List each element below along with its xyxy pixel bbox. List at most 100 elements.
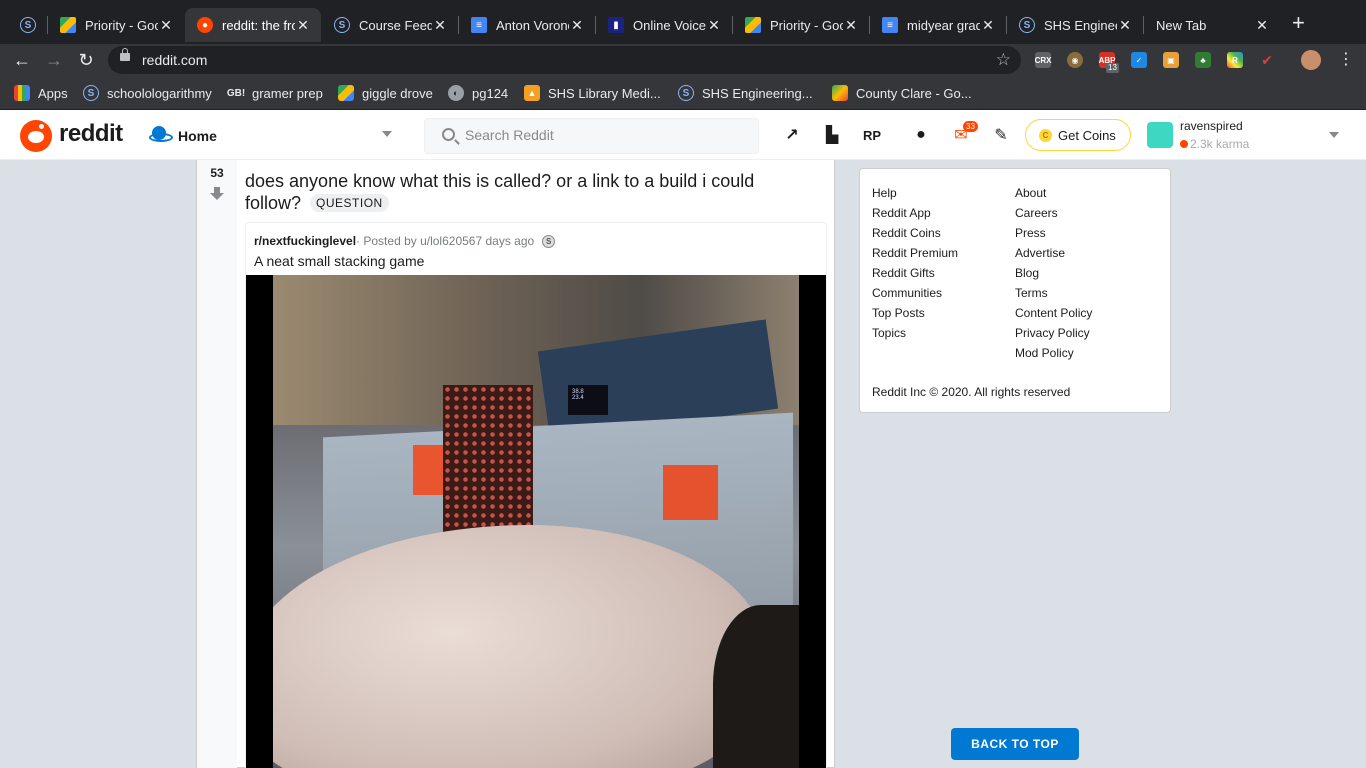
tab-priority-1[interactable]: Priority - Goo ✕ [48,8,184,42]
footer-link-topics[interactable]: Topics [872,323,958,343]
orange-clip-image [663,465,718,520]
orange-clip-image [413,445,443,495]
reddit-wordmark[interactable]: reddit [59,120,123,148]
crosspost-subreddit[interactable]: r/nextfuckinglevel [254,234,356,248]
close-tab-icon[interactable]: ✕ [1117,17,1133,34]
search-input[interactable] [465,127,745,143]
rpan-icon[interactable]: RP [861,124,883,146]
menu-kebab-icon[interactable]: ⋮ [1338,50,1354,70]
footer-link-terms[interactable]: Terms [1015,283,1092,303]
trending-icon[interactable]: ↗ [781,124,803,146]
bookmark-apps[interactable]: Apps [14,85,68,101]
karma-count: 2.3k karma [1180,137,1249,151]
tab-reddit[interactable]: ● reddit: the fro ✕ [185,8,321,42]
reddit-logo-icon[interactable] [20,120,52,152]
bookmark-shs-engineering[interactable]: S SHS Engineering... [678,85,813,101]
browser-toolbar: ← → ↻ reddit.com ☆ CRX ◉ ABP 13 ✓ ▣ ♣ R … [0,44,1366,76]
drive-icon [60,17,76,33]
crosspost-meta: r/nextfuckinglevel · Posted by u/lol6205… [254,234,556,248]
video-player[interactable]: 38.8 23.4 [246,275,826,768]
address-bar[interactable]: reddit.com ☆ [108,46,1021,74]
leaderboard-icon[interactable]: ▙ [821,124,843,146]
face-extension-icon[interactable]: ▣ [1163,52,1179,68]
bookmark-pg124[interactable]: ◐ pg124 [448,85,508,101]
home-icon[interactable] [149,126,173,144]
reload-icon[interactable]: ↻ [74,48,98,72]
bookmark-gramer-prep[interactable]: GB! gramer prep [227,85,323,101]
footer-link-advertise[interactable]: Advertise [1015,243,1092,263]
footer-link-blog[interactable]: Blog [1015,263,1092,283]
post-title[interactable]: does anyone know what this is called? or… [245,170,805,214]
s-icon: S [1019,17,1035,33]
vote-column: 53 [197,160,237,768]
color-extension-icon[interactable]: R [1227,52,1243,68]
back-to-top-button[interactable]: BACK TO TOP [951,728,1079,760]
footer-link-communities[interactable]: Communities [872,283,958,303]
feed-selector-label[interactable]: Home [178,128,217,144]
search-icon [442,128,455,141]
crosspost-author[interactable]: · Posted by u/lol62056 [356,234,475,248]
username[interactable]: ravenspired [1180,119,1243,133]
reddit-header: reddit Home ↗ ▙ RP ● ✉ 33 ✎ C Get Coins … [0,110,1366,160]
chat-icon[interactable]: ● [910,124,932,146]
footer-link-privacy-policy[interactable]: Privacy Policy [1015,323,1092,343]
tab-online-voice[interactable]: ▮ Online Voice ✕ [596,8,732,42]
bookmark-schoolology[interactable]: S schoolologarithmy [83,85,212,101]
new-tab-plus-icon[interactable]: + [1292,12,1305,34]
downvote-arrow-icon[interactable] [210,187,224,201]
url-text[interactable]: reddit.com [142,52,207,68]
crx-extension-icon[interactable]: CRX [1035,52,1051,68]
close-tab-icon[interactable]: ✕ [980,17,996,34]
close-tab-icon[interactable]: ✕ [843,17,859,34]
checkmark-extension-icon[interactable]: ✓ [1131,52,1147,68]
copyright-text: Reddit Inc © 2020. All rights reserved [872,385,1071,399]
forward-arrow-icon[interactable]: → [42,48,66,72]
close-tab-icon[interactable]: ✕ [1254,17,1270,34]
footer-link-mod-policy[interactable]: Mod Policy [1015,343,1092,363]
footer-link-reddit-app[interactable]: Reddit App [872,203,958,223]
owl-extension-icon[interactable]: ◉ [1067,52,1083,68]
user-menu-chevron-icon[interactable] [1329,132,1339,138]
bookmark-giggle-drove[interactable]: giggle drove [338,85,433,101]
chevron-down-icon[interactable] [382,131,392,137]
tab-new-tab[interactable]: New Tab ✕ [1144,8,1280,42]
tab-midyear-grades[interactable]: ≡ midyear grad ✕ [870,8,1006,42]
tab-course-feedback[interactable]: S Course Feedb ✕ [322,8,458,42]
tab-pinned-s[interactable]: S [8,8,46,42]
footer-link-careers[interactable]: Careers [1015,203,1092,223]
search-box[interactable] [424,118,759,154]
apps-grid-icon [14,85,30,101]
globe-icon: ◐ [448,85,464,101]
footer-link-help[interactable]: Help [872,183,958,203]
bookmark-star-icon[interactable]: ☆ [996,50,1011,70]
footer-link-about[interactable]: About [1015,183,1092,203]
profile-avatar[interactable] [1301,50,1321,70]
footer-link-reddit-coins[interactable]: Reddit Coins [872,223,958,243]
bookmark-shs-library[interactable]: ▲ SHS Library Medi... [524,85,661,101]
close-tab-icon[interactable]: ✕ [295,17,311,34]
hand-image [273,525,763,768]
drive-icon [338,85,354,101]
close-tab-icon[interactable]: ✕ [706,17,722,34]
crosspost-title[interactable]: A neat small stacking game [254,253,424,269]
silver-award-icon: S [542,234,556,248]
bookmark-county-clare[interactable]: County Clare - Go... [832,85,972,101]
leaf-extension-icon[interactable]: ♣ [1195,52,1211,68]
tab-priority-2[interactable]: Priority - Goo ✕ [733,8,869,42]
footer-link-reddit-gifts[interactable]: Reddit Gifts [872,263,958,283]
get-coins-button[interactable]: C Get Coins [1025,119,1131,151]
footer-link-press[interactable]: Press [1015,223,1092,243]
footer-link-content-policy[interactable]: Content Policy [1015,303,1092,323]
tick-extension-icon[interactable]: ✔ [1259,52,1275,68]
back-arrow-icon[interactable]: ← [10,48,34,72]
close-tab-icon[interactable]: ✕ [432,17,448,34]
close-tab-icon[interactable]: ✕ [158,17,174,34]
tab-shs-engineering[interactable]: S SHS Enginee ✕ [1007,8,1143,42]
footer-link-top-posts[interactable]: Top Posts [872,303,958,323]
user-avatar[interactable] [1147,122,1173,148]
footer-link-reddit-premium[interactable]: Reddit Premium [872,243,958,263]
create-post-pencil-icon[interactable]: ✎ [990,124,1012,146]
tab-anton-voronov[interactable]: ≡ Anton Vorono ✕ [459,8,595,42]
crosspost-embed[interactable]: r/nextfuckinglevel · Posted by u/lol6205… [245,222,827,768]
close-tab-icon[interactable]: ✕ [569,17,585,34]
